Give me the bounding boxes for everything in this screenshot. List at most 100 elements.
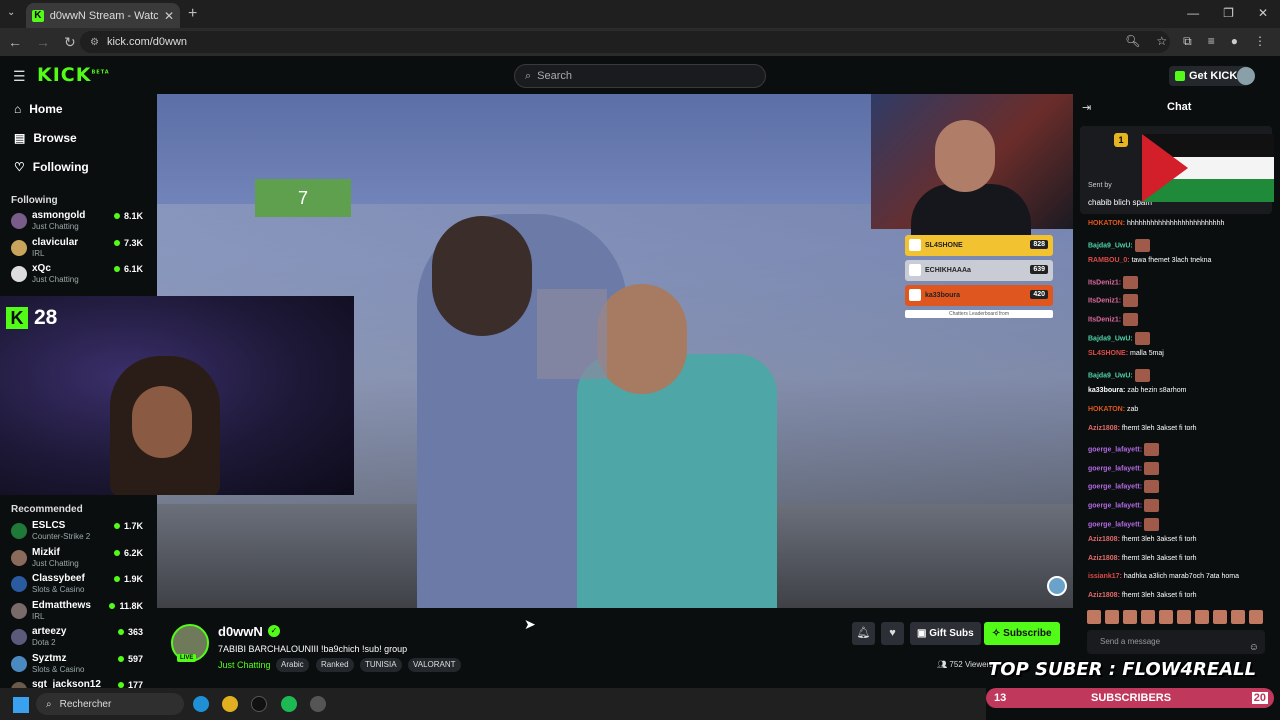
profile-icon[interactable]: ●: [1231, 34, 1238, 49]
bookmark-star-icon[interactable]: ☆: [1156, 34, 1167, 49]
nav-browse[interactable]: ▤ Browse: [14, 131, 77, 145]
new-tab-icon[interactable]: +: [188, 5, 197, 23]
chat-username[interactable]: HOKATON:: [1088, 406, 1125, 413]
chat-message-input[interactable]: Send a message ☺: [1087, 630, 1265, 654]
chat-message[interactable]: RAMBOU_0: tawa fhemet 3lach tnekna: [1088, 257, 1211, 264]
tag-tunisia[interactable]: TUNISIA: [360, 658, 402, 672]
chat-message[interactable]: Aziz1808: fhemt 3leh 3akset fi torh: [1088, 425, 1197, 432]
chat-message[interactable]: ItsDeniz1:: [1088, 275, 1139, 289]
emote-icon[interactable]: [1249, 610, 1263, 624]
chat-message[interactable]: HOKATON: hhhhhhhhhhhhhhhhhhhhhhhhh: [1088, 220, 1224, 227]
chat-message[interactable]: Aziz1808: fhemt 3leh 3akset fi torh: [1088, 555, 1197, 562]
search-input[interactable]: ⌕ Search: [514, 64, 766, 88]
chat-message[interactable]: ItsDeniz1:: [1088, 294, 1139, 308]
emote-icon[interactable]: [1231, 610, 1245, 624]
notification-bell-button[interactable]: 🔔︎: [852, 622, 875, 645]
emote-icon[interactable]: [1141, 610, 1155, 624]
chat-username[interactable]: Bajda9_UwU:: [1088, 372, 1133, 379]
site-info-icon[interactable]: ⚙: [90, 37, 99, 48]
maximize-icon[interactable]: ❐: [1223, 6, 1234, 20]
menu-dots-icon[interactable]: ⋮: [1254, 34, 1266, 49]
chat-message[interactable]: SL4SHONE: malla 5maj: [1088, 350, 1164, 357]
extensions-icon[interactable]: ⧉: [1183, 34, 1192, 49]
sidebar.following-channel[interactable]: xQc Just Chatting 6.1K: [11, 263, 146, 287]
chat-username[interactable]: goerge_lafayett:: [1088, 484, 1142, 491]
sidebar.recommended-channel[interactable]: arteezy Dota 2 363: [11, 626, 146, 650]
chat-message[interactable]: Bajda9_UwU:: [1088, 368, 1150, 382]
media-icon[interactable]: ≡: [1208, 34, 1215, 49]
emote-icon[interactable]: [1195, 610, 1209, 624]
chrome-icon[interactable]: [222, 696, 238, 712]
url-field[interactable]: ⚙ kick.com/d0wwn: [80, 31, 1170, 53]
hamburger-menu-icon[interactable]: ☰: [13, 68, 26, 85]
emote-icon[interactable]: [1105, 610, 1119, 624]
chat-message[interactable]: Bajda9_UwU:: [1088, 331, 1150, 345]
chat-message[interactable]: goerge_lafayett:: [1088, 517, 1160, 531]
emote-icon[interactable]: [1177, 610, 1191, 624]
chat-username[interactable]: goerge_lafayett:: [1088, 447, 1142, 454]
chat-username[interactable]: Aziz1808:: [1088, 536, 1120, 543]
emote-icon[interactable]: [1123, 610, 1137, 624]
nav-following[interactable]: ♡ Following: [14, 160, 89, 174]
chat-username[interactable]: HOKATON:: [1088, 220, 1125, 227]
browser-tab[interactable]: K d0wwN Stream - Watch Liv ✕: [26, 3, 180, 28]
chat-username[interactable]: RAMBOU_0:: [1088, 257, 1130, 264]
emote-icon[interactable]: [1087, 610, 1101, 624]
chat-username[interactable]: ItsDeniz1:: [1088, 298, 1121, 305]
sidebar.recommended-channel[interactable]: ESLCS Counter-Strike 2 1.7K: [11, 520, 146, 544]
tag-valorant[interactable]: VALORANT: [408, 658, 461, 672]
sidebar.following-channel[interactable]: asmongold Just Chatting 8.1K: [11, 210, 146, 234]
chat-username[interactable]: goerge_lafayett:: [1088, 465, 1142, 472]
close-tab-icon[interactable]: ✕: [164, 9, 174, 23]
kick-logo[interactable]: KICKBETA: [37, 64, 110, 86]
chat-username[interactable]: SL4SHONE:: [1088, 350, 1128, 357]
chat-message[interactable]: Aziz1808: fhemt 3leh 3akset fi torh: [1088, 536, 1197, 543]
tag-arabic[interactable]: Arabic: [276, 658, 309, 672]
close-window-icon[interactable]: ✕: [1258, 6, 1268, 20]
follow-heart-button[interactable]: ♥: [881, 622, 904, 645]
chat-username[interactable]: goerge_lafayett:: [1088, 521, 1142, 528]
chat-message[interactable]: Aziz1808: fhemt 3leh 3akset fi torh: [1088, 592, 1197, 599]
zoom-icon[interactable]: 🔍︎: [1125, 34, 1140, 49]
minimize-icon[interactable]: —: [1187, 6, 1199, 20]
chat-username[interactable]: ItsDeniz1:: [1088, 279, 1121, 286]
subscribe-button[interactable]: ✧ Subscribe: [984, 622, 1060, 645]
edge-icon[interactable]: [193, 696, 209, 712]
streamer-name[interactable]: d0wwN: [218, 624, 263, 639]
chat-message[interactable]: issiank17: hadhka a3lich marab7och 7ata …: [1088, 573, 1239, 580]
forward-icon[interactable]: →: [36, 34, 50, 51]
chat-message[interactable]: goerge_lafayett:: [1088, 480, 1160, 494]
emoji-picker-icon[interactable]: ☺: [1249, 636, 1259, 660]
chat-username[interactable]: Aziz1808:: [1088, 425, 1120, 432]
chat-username[interactable]: Aziz1808:: [1088, 592, 1120, 599]
chat-message[interactable]: goerge_lafayett:: [1088, 499, 1160, 512]
chat-username[interactable]: Bajda9_UwU:: [1088, 335, 1133, 342]
emote-icon[interactable]: [1213, 610, 1227, 624]
app-icon[interactable]: [310, 696, 326, 712]
reload-icon[interactable]: ↻: [64, 34, 76, 51]
emote-icon[interactable]: [1159, 610, 1173, 624]
tag-ranked[interactable]: Ranked: [316, 658, 354, 672]
nav-home[interactable]: ⌂ Home: [14, 102, 63, 116]
stream-category[interactable]: Just Chatting: [218, 660, 271, 670]
back-icon[interactable]: ←: [8, 34, 22, 51]
chat-message[interactable]: goerge_lafayett:: [1088, 461, 1160, 475]
chat-username[interactable]: goerge_lafayett:: [1088, 502, 1142, 509]
windows-start-icon[interactable]: [13, 697, 29, 713]
chat-username[interactable]: Bajda9_UwU:: [1088, 242, 1133, 249]
sidebar.recommended-channel[interactable]: Edmatthews IRL 11.8K: [11, 600, 146, 624]
sidebar.recommended-channel[interactable]: Classybeef Slots & Casino 1.9K: [11, 573, 146, 597]
sidebar.following-channel[interactable]: clavicular IRL 7.3K: [11, 237, 146, 261]
gift-subs-button[interactable]: ▣ Gift Subs: [910, 622, 981, 645]
chat-username[interactable]: ka33boura:: [1088, 387, 1125, 394]
tab-list-icon[interactable]: ⌄: [7, 7, 15, 18]
sidebar.recommended-channel[interactable]: Mizkif Just Chatting 6.2K: [11, 547, 146, 571]
chat-message[interactable]: goerge_lafayett:: [1088, 443, 1160, 457]
chat-username[interactable]: Aziz1808:: [1088, 555, 1120, 562]
chat-username[interactable]: ItsDeniz1:: [1088, 316, 1121, 323]
tiktok-icon[interactable]: [251, 696, 267, 712]
video-avatar-icon[interactable]: [1047, 576, 1067, 596]
chat-message[interactable]: Bajda9_UwU:: [1088, 238, 1150, 252]
collapse-chat-icon[interactable]: ⇥: [1082, 101, 1091, 114]
sidebar.recommended-channel[interactable]: Syztmz Slots & Casino 597: [11, 653, 146, 677]
